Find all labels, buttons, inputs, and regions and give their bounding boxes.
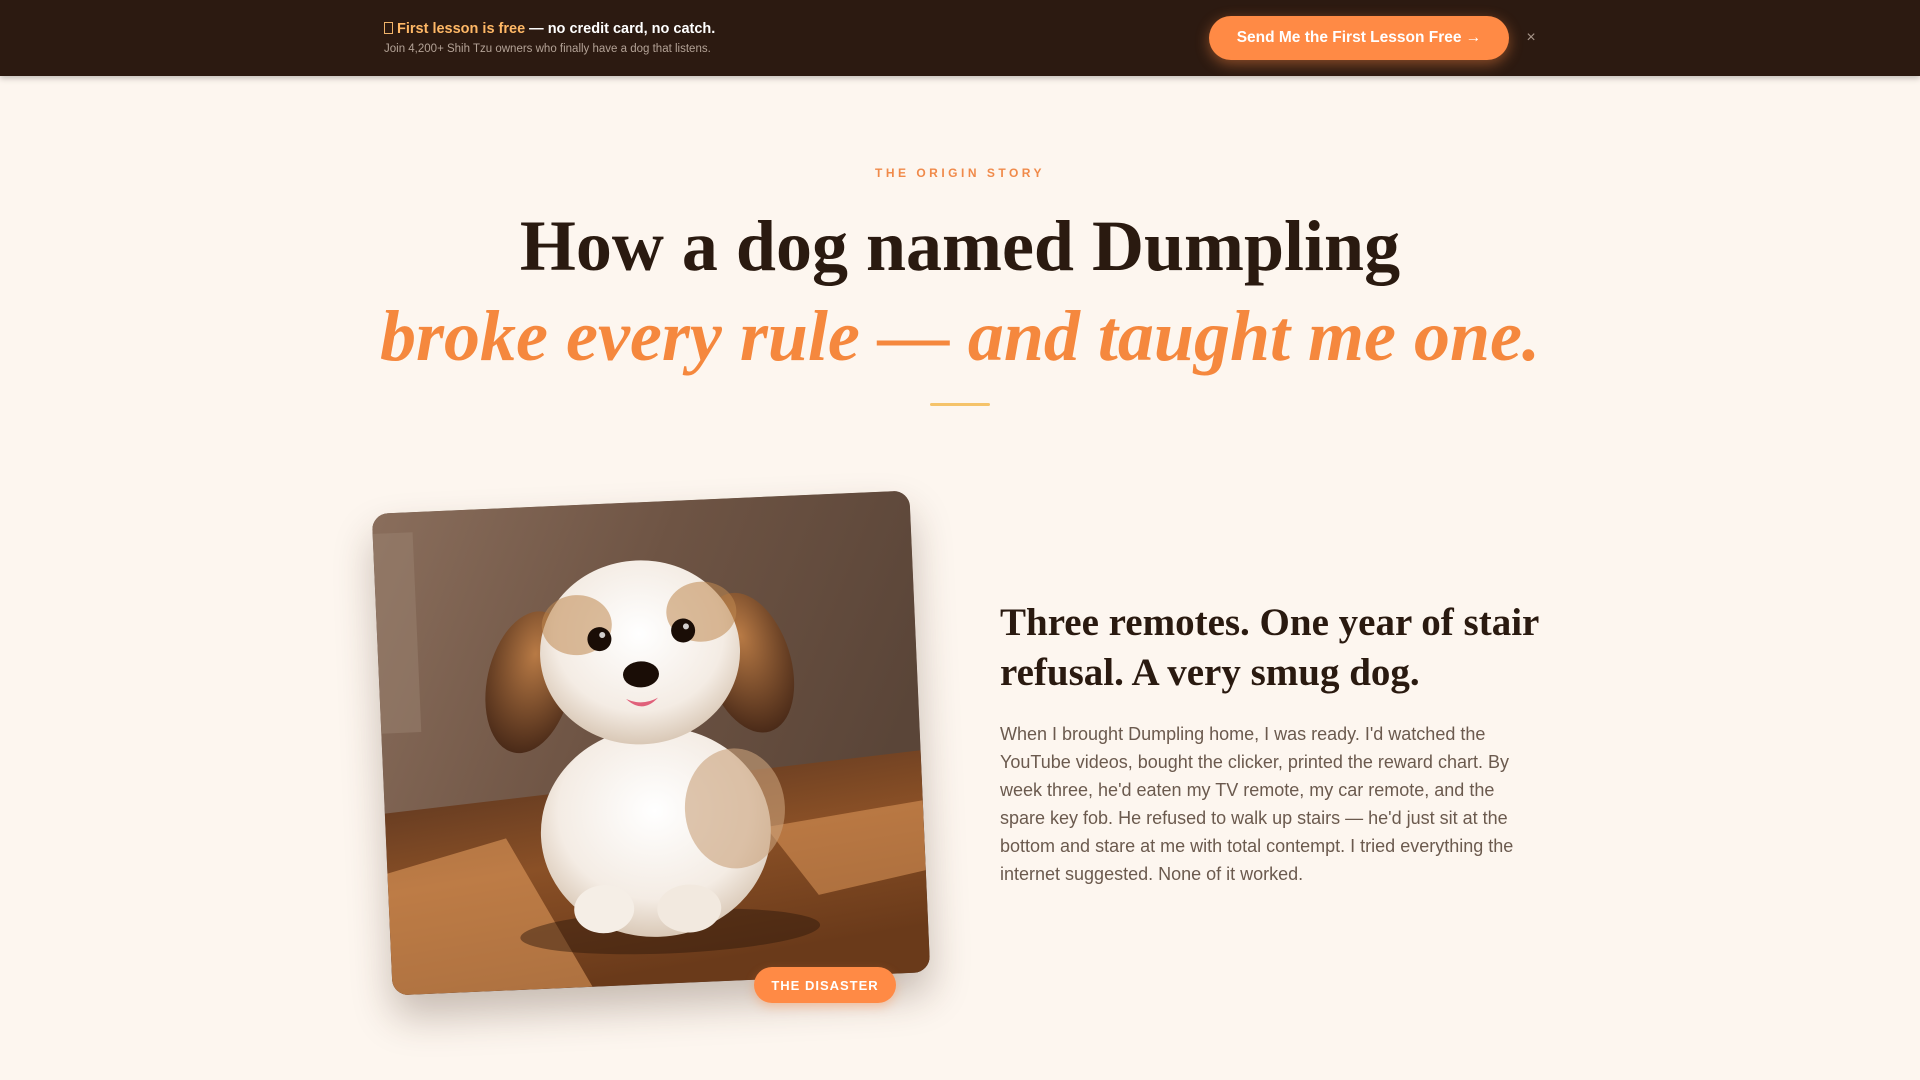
story-body: When I brought Dumpling home, I was read…	[1000, 724, 1514, 884]
banner-text: First lesson is free — no credit card, n…	[384, 20, 715, 56]
section-eyebrow: THE ORIGIN STORY	[874, 166, 1045, 180]
promo-banner: First lesson is free — no credit card, n…	[0, 0, 1920, 76]
first-lesson-cta-button[interactable]: Send Me the First Lesson Free →	[1209, 16, 1509, 60]
headline-line-1: How a dog named Dumpling	[519, 206, 1401, 286]
headline-line-2: broke every rule — and taught me one.	[380, 296, 1540, 376]
banner-highlight: First lesson is free	[397, 21, 526, 37]
dog-photo	[371, 490, 931, 996]
gift-icon	[384, 22, 393, 34]
story-title: Three remotes. One year of stair refusal…	[1000, 601, 1539, 694]
heading-divider	[930, 403, 990, 406]
close-banner-icon[interactable]: ×	[1522, 28, 1540, 48]
banner-subtext: Join 4,200+ Shih Tzu owners who finally …	[384, 43, 711, 55]
banner-headline-rest: — no credit card, no catch.	[525, 21, 716, 37]
banner-headline: First lesson is free — no credit card, n…	[384, 20, 715, 38]
disaster-badge: THE DISASTER	[754, 967, 896, 1003]
dog-photo-illustration	[371, 490, 931, 996]
